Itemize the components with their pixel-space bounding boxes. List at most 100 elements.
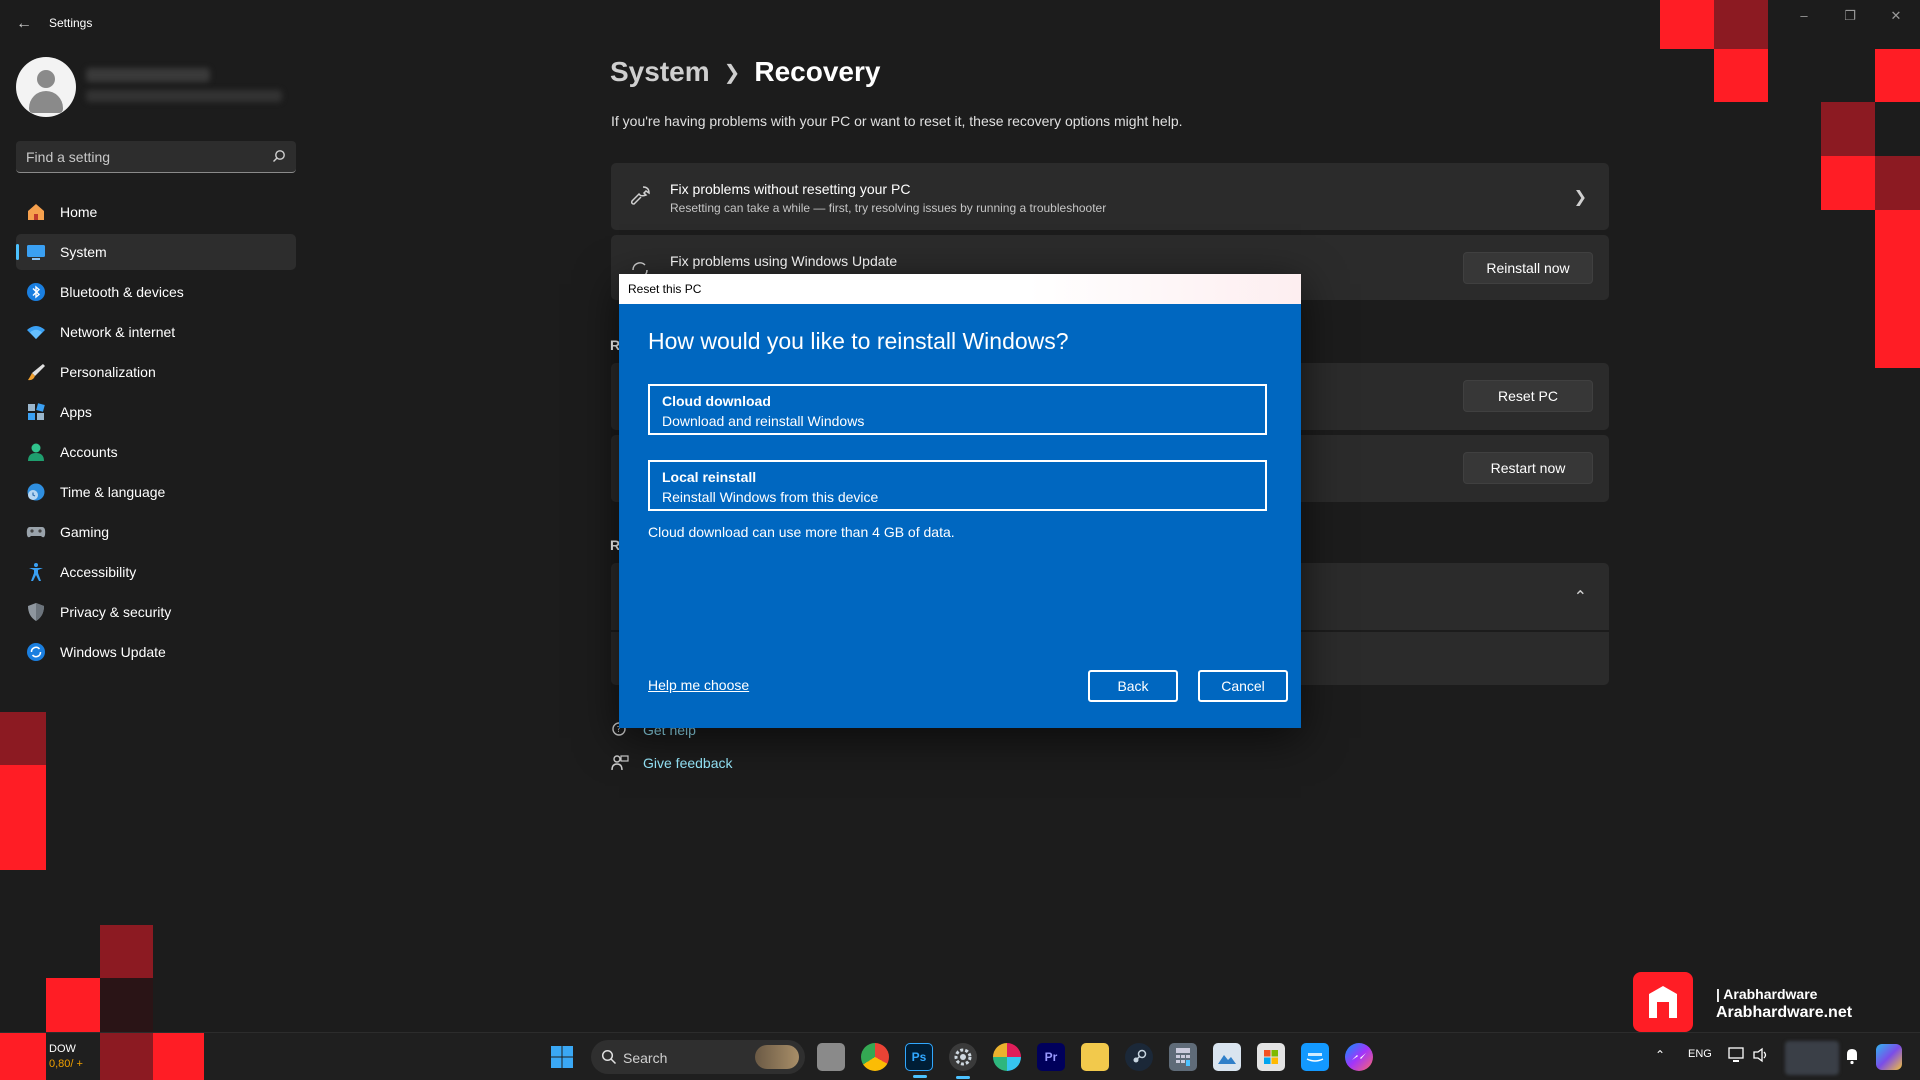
reinstall-now-button[interactable]: Reinstall now — [1463, 252, 1593, 284]
bluetooth-icon — [26, 282, 46, 302]
page-title: Recovery — [754, 56, 881, 87]
page-description: If you're having problems with your PC o… — [611, 113, 1183, 129]
slack-icon[interactable] — [993, 1043, 1021, 1071]
option-local-reinstall[interactable]: Local reinstall Reinstall Windows from t… — [648, 460, 1267, 511]
profile-name-blurred — [86, 68, 210, 82]
sidebar-item-bluetooth[interactable]: Bluetooth & devices — [16, 274, 296, 310]
sidebar-item-gaming[interactable]: Gaming — [16, 514, 296, 550]
reset-pc-button[interactable]: Reset PC — [1463, 380, 1593, 412]
decor-square — [100, 925, 153, 978]
person-icon — [26, 442, 46, 462]
restart-now-button[interactable]: Restart now — [1463, 452, 1593, 484]
option-title: Local reinstall — [662, 469, 757, 485]
card-title: Fix problems using Windows Update — [670, 253, 898, 269]
search-input[interactable] — [26, 141, 266, 172]
decor-square — [1875, 156, 1920, 210]
arabhardware-logo — [1633, 972, 1693, 1032]
sidebar-item-label: Windows Update — [60, 644, 166, 660]
maximize-icon[interactable]: ❐ — [1836, 6, 1864, 26]
back-button[interactable]: Back — [1088, 670, 1178, 702]
option-title: Cloud download — [662, 393, 771, 409]
sidebar-item-label: Accessibility — [60, 564, 137, 580]
decor-square — [0, 1033, 46, 1080]
sidebar-item-label: Privacy & security — [60, 604, 172, 620]
give-feedback-link[interactable]: Give feedback — [611, 754, 733, 772]
wrench-icon — [631, 186, 650, 205]
shield-icon — [26, 602, 46, 622]
chrome-icon[interactable] — [861, 1043, 889, 1071]
taskbar-search-label: Search — [623, 1050, 668, 1066]
sidebar-nav: Home System Bluetooth & devices Network … — [16, 194, 296, 674]
calculator-icon[interactable] — [1169, 1043, 1197, 1071]
breadcrumb-parent[interactable]: System — [610, 56, 710, 88]
photos-icon[interactable] — [1213, 1043, 1241, 1071]
decor-square — [100, 978, 153, 1032]
option-subtitle: Download and reinstall Windows — [662, 413, 865, 429]
sidebar-item-personalization[interactable]: Personalization — [16, 354, 296, 390]
task-view-icon[interactable] — [817, 1043, 845, 1071]
settings-gear-icon[interactable] — [949, 1043, 977, 1079]
search-icon[interactable] — [272, 149, 286, 163]
weather-widget[interactable]: DOW 0,80/ + — [49, 1042, 83, 1072]
back-arrow-icon[interactable]: ← — [14, 14, 34, 34]
sidebar-item-label: Network & internet — [60, 324, 176, 340]
sidebar-item-accounts[interactable]: Accounts — [16, 434, 296, 470]
sidebar-item-home[interactable]: Home — [16, 194, 296, 230]
copilot-icon[interactable] — [1876, 1044, 1902, 1070]
sidebar-item-label: Accounts — [60, 444, 118, 460]
file-explorer-icon[interactable] — [1081, 1043, 1109, 1071]
feedback-icon — [611, 755, 629, 771]
card-fix-without-reset[interactable]: Fix problems without resetting your PC R… — [611, 163, 1609, 230]
decor-square — [1875, 210, 1920, 368]
cancel-button[interactable]: Cancel — [1198, 670, 1288, 702]
network-icon[interactable] — [1728, 1047, 1746, 1063]
option-subtitle: Reinstall Windows from this device — [662, 489, 879, 505]
wifi-icon — [26, 322, 46, 342]
sidebar-item-label: Bluetooth & devices — [60, 284, 184, 300]
card-subtitle: Resetting can take a while — first, try … — [670, 201, 1107, 215]
windows-start-icon[interactable] — [551, 1046, 573, 1068]
accessibility-icon — [26, 562, 46, 582]
language-indicator[interactable]: ENG — [1688, 1048, 1712, 1060]
option-cloud-download[interactable]: Cloud download Download and reinstall Wi… — [648, 384, 1267, 435]
search-highlight-image — [755, 1045, 799, 1069]
search-box — [16, 141, 296, 173]
clock-blurred[interactable] — [1785, 1041, 1839, 1075]
sidebar-item-label: Personalization — [60, 364, 156, 380]
title-bar: ← Settings – ❐ ✕ — [0, 0, 1920, 48]
monitor-icon — [26, 242, 46, 262]
chevron-up-icon[interactable]: ⌃ — [1655, 1048, 1665, 1062]
notification-bell-icon[interactable] — [1844, 1047, 1860, 1065]
decor-square — [153, 1033, 204, 1080]
help-me-choose-link[interactable]: Help me choose — [648, 677, 749, 693]
close-icon[interactable]: ✕ — [1882, 6, 1910, 26]
decor-square — [1821, 102, 1875, 156]
prime-video-icon[interactable] — [1301, 1043, 1329, 1071]
sidebar-item-privacy[interactable]: Privacy & security — [16, 594, 296, 630]
volume-icon[interactable] — [1752, 1047, 1770, 1063]
sidebar-item-label: Apps — [60, 404, 92, 420]
microsoft-store-icon[interactable] — [1257, 1043, 1285, 1071]
card-title: Fix problems without resetting your PC — [670, 181, 911, 197]
steam-icon[interactable] — [1125, 1043, 1153, 1071]
sidebar-item-time-language[interactable]: Time & language — [16, 474, 296, 510]
brush-icon — [26, 362, 46, 382]
minimize-icon[interactable]: – — [1790, 6, 1818, 26]
sidebar-item-network[interactable]: Network & internet — [16, 314, 296, 350]
messenger-icon[interactable] — [1345, 1043, 1373, 1071]
avatar[interactable] — [16, 57, 76, 117]
sidebar-item-system[interactable]: System — [16, 234, 296, 270]
dialog-title-bar: Reset this PC — [619, 274, 1301, 304]
sidebar-item-label: System — [60, 244, 107, 260]
breadcrumb: System ❯ Recovery — [610, 56, 880, 88]
sidebar-item-accessibility[interactable]: Accessibility — [16, 554, 296, 590]
decor-square — [0, 765, 46, 870]
sidebar-item-apps[interactable]: Apps — [16, 394, 296, 430]
taskbar-search[interactable]: Search — [591, 1040, 805, 1074]
weather-value: 0,80/ + — [49, 1058, 83, 1070]
premiere-icon[interactable]: Pr — [1037, 1043, 1065, 1071]
chevron-up-icon[interactable]: ⌃ — [1574, 587, 1587, 607]
weather-title: DOW — [49, 1043, 76, 1055]
photoshop-icon[interactable]: Ps — [905, 1043, 933, 1078]
sidebar-item-windows-update[interactable]: Windows Update — [16, 634, 296, 670]
